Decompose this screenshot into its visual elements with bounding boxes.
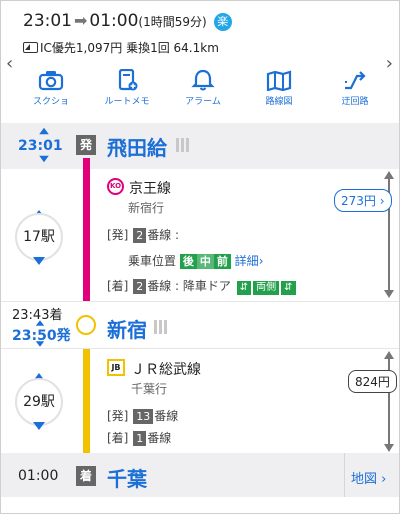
car-front: 前 [213,254,231,269]
screenshot-button[interactable]: スクショ [23,69,79,115]
route-memo-label: ルートメモ [104,97,150,107]
platform-number: 2 [133,279,147,294]
route-map-button[interactable]: 路線図 [251,69,307,115]
platform-number: 13 [133,409,154,424]
raku-badge: 楽 [213,13,232,31]
camera-icon [38,71,64,91]
timetable-icon[interactable] [154,320,168,334]
keio-line-icon: KO [107,178,124,195]
arrive-badge: 着 [76,466,96,486]
ic-card-icon [23,42,38,53]
later-time-icon[interactable] [35,341,45,347]
station-depart-time: 23:01 [18,138,63,154]
arrive-time: 01:00 [89,11,139,31]
fare-summary: IC優先1,097円 乗換1回 64.1km [40,41,219,55]
arrive-prefix: [着] [107,279,129,293]
depart-platform-sobu: [発] 13 番線 [107,407,178,424]
depart-platform-keio: [発] 2 番線 : [107,226,179,243]
route-times: 23:01 ➡ 01:00(1時間59分) 楽 [23,11,232,31]
platform-number: 1 [133,431,147,446]
route-map-icon [266,70,292,91]
detour-button[interactable]: 迂回路 [327,69,383,115]
timetable-icon[interactable] [176,138,190,152]
platform-number: 2 [133,228,147,243]
depart-badge: 発 [76,135,96,155]
prev-route-button[interactable]: ‹ [6,53,13,74]
screenshot-label: スクショ [32,97,69,107]
route-map-label: 路線図 [265,97,293,107]
depart-prefix: [発] [107,409,129,423]
fare-range-bottom-icon [384,290,394,298]
arrive-platform-sobu: [着] 1 番線 [107,429,171,446]
line-name-sobu: ＪＲ総武線 [131,362,201,378]
platform-suffix: 番線 : 降車ドア [147,279,231,293]
sobu-line-segment [83,333,90,459]
station-name-chiba[interactable]: 千葉 [107,463,147,492]
toolbar: スクショ ルートメモ アラーム 路線図 迂回路 [23,69,383,115]
later-time-icon[interactable] [39,155,49,163]
door-both-sides: 両側 [253,281,280,295]
car-middle: 中 [196,254,214,269]
car-detail-link[interactable]: 詳細› [235,254,264,268]
divider [344,453,345,497]
next-route-button[interactable]: › [386,53,393,74]
stations-expand-down-icon [33,257,45,265]
fare-label-sobu: 824円 [348,370,397,393]
door-right-icon: ⇵ [281,281,296,295]
car-rear: 後 [179,254,197,269]
stations-expand-down-icon [33,422,45,430]
fare-summary-row: IC優先1,097円 乗換1回 64.1km [23,39,219,56]
transfer-station-marker [76,315,96,335]
duration: (1時間59分) [138,15,207,29]
station-name-shinjuku[interactable]: 新宿 [107,314,147,343]
jb-line-icon: JB [107,359,125,376]
stations-count-leg1[interactable]: 17駅 [15,213,63,261]
direction-keio: 新宿行 [128,201,165,215]
arrow-right-icon: ➡ [74,11,88,30]
platform-suffix: 番線 [154,409,179,423]
fare-button-keio[interactable]: 273円 › [334,189,392,212]
station-name-hitakyu[interactable]: 飛田給 [107,132,167,161]
platform-suffix: 番線 [147,431,172,445]
platform-suffix: 番線 : [147,228,180,242]
earlier-time-icon[interactable] [39,127,49,135]
fare-range-bottom-icon [384,444,394,452]
depart-prefix: [発] [107,228,129,242]
stations-count-leg2[interactable]: 29駅 [15,378,63,426]
line-name-keio: 京王線 [129,181,171,197]
route-memo-icon [118,69,138,91]
car-position-label: 乗車位置 [128,254,177,268]
keio-line-segment [83,158,90,318]
alarm-label: アラーム [185,97,221,107]
arrive-prefix: [着] [107,431,129,445]
detour-icon [345,71,366,90]
route-memo-button[interactable]: ルートメモ [99,69,155,115]
direction-sobu: 千葉行 [131,382,168,396]
station-row-chiba [1,453,399,497]
arrive-time-chiba: 01:00 [18,468,59,484]
detour-label: 迂回路 [341,97,369,107]
bell-icon [191,69,215,91]
car-position-row: 乗車位置 後中前 詳細› [128,252,264,269]
alarm-button[interactable]: アラーム [175,69,231,115]
arrive-platform-keio: [着] 2 番線 : 降車ドア ⇵ 両側 ⇵ [107,277,296,295]
door-left-icon: ⇵ [236,281,252,295]
depart-time: 23:01 [23,11,72,31]
map-button[interactable]: 地図 › [351,468,386,487]
